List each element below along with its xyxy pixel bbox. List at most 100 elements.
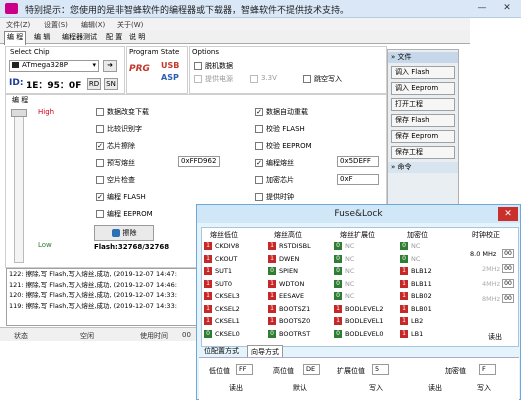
low-bit-toggle[interactable]: 1 bbox=[204, 267, 212, 275]
open-project-button[interactable]: 打开工程 bbox=[391, 98, 455, 111]
voltage-slider-handle[interactable] bbox=[11, 109, 27, 117]
prewrite-fuse-checkbox[interactable] bbox=[96, 159, 104, 167]
status-value: 空闲 bbox=[80, 332, 94, 340]
high-value-label: 高位值 bbox=[273, 367, 294, 375]
lock-chip-checkbox[interactable] bbox=[255, 176, 263, 184]
ext-bit-toggle[interactable]: 0 bbox=[334, 329, 342, 338]
verify-flash-checkbox[interactable] bbox=[255, 125, 263, 133]
offline-data-checkbox[interactable] bbox=[194, 62, 202, 70]
high-bit-toggle[interactable]: 0 bbox=[268, 267, 276, 275]
low-bit-toggle[interactable]: 1 bbox=[204, 292, 212, 300]
provide-power-checkbox[interactable] bbox=[194, 75, 202, 83]
lock-bit-toggle[interactable]: 1 bbox=[400, 292, 408, 300]
high-bit-toggle[interactable]: 1 bbox=[268, 242, 276, 250]
program-panel-label: 编 程 bbox=[12, 96, 29, 104]
clock-value-1[interactable]: 00 bbox=[502, 264, 514, 273]
close-icon[interactable]: ✕ bbox=[498, 207, 518, 221]
load-eeprom-button[interactable]: 调入 Eeprom bbox=[391, 82, 455, 95]
prewrite-fuse-value[interactable]: 0xFFD962 bbox=[178, 156, 220, 167]
low-bit-toggle[interactable]: 1 bbox=[204, 242, 212, 250]
chip-erase-checkbox[interactable] bbox=[96, 142, 104, 150]
tab-help[interactable]: 说 明 bbox=[127, 32, 147, 43]
read-button[interactable]: 读出 bbox=[229, 383, 243, 393]
select-chip-label: Select Chip bbox=[10, 48, 50, 56]
verify-eeprom-checkbox[interactable] bbox=[255, 142, 263, 150]
save-project-button[interactable]: 保存工程 bbox=[391, 146, 455, 159]
provide-clock-checkbox[interactable] bbox=[255, 193, 263, 201]
blank-check-checkbox[interactable] bbox=[96, 176, 104, 184]
clock-value-2[interactable]: 00 bbox=[502, 279, 514, 288]
auto-download-checkbox[interactable] bbox=[96, 108, 104, 116]
command-section-header[interactable]: » 命令 bbox=[388, 162, 458, 173]
program-flash-checkbox[interactable] bbox=[96, 193, 104, 201]
chip-select[interactable]: ATmega328P ▾ bbox=[9, 60, 99, 72]
high-value-input[interactable]: DE bbox=[303, 364, 320, 375]
high-bit-toggle[interactable]: 1 bbox=[268, 254, 276, 263]
sn-button[interactable]: SN bbox=[104, 78, 118, 90]
lock-value[interactable]: 0xF bbox=[337, 174, 379, 185]
clock-read-button[interactable]: 读出 bbox=[488, 332, 502, 342]
save-eeprom-button[interactable]: 保存 Eeprom bbox=[391, 130, 455, 143]
low-value-input[interactable]: FF bbox=[236, 364, 253, 375]
low-bit-toggle[interactable]: 0 bbox=[204, 329, 212, 338]
ext-bit-toggle[interactable]: 1 bbox=[334, 317, 342, 325]
lock-bit-toggle[interactable]: 0 bbox=[400, 242, 408, 250]
high-bit-toggle[interactable]: 1 bbox=[268, 304, 276, 313]
low-bit-toggle[interactable]: 1 bbox=[204, 317, 212, 325]
tab-programmer-test[interactable]: 编程器测试 bbox=[60, 32, 99, 43]
write-button[interactable]: 写入 bbox=[369, 383, 383, 393]
ext-bit-toggle[interactable]: 0 bbox=[334, 242, 342, 250]
erase-button[interactable]: 擦除 bbox=[94, 225, 154, 241]
lock-value-input[interactable]: F bbox=[479, 364, 496, 375]
program-fuse-checkbox[interactable] bbox=[255, 159, 263, 167]
tab-program[interactable]: 编 程 bbox=[4, 31, 27, 45]
file-section-header[interactable]: » 文件 bbox=[388, 52, 458, 63]
lock-bit-toggle[interactable]: 1 bbox=[400, 317, 408, 325]
low-bit-toggle[interactable]: 1 bbox=[204, 304, 212, 313]
program-fuse-value[interactable]: 0x5DEFF bbox=[337, 156, 379, 167]
low-bit-toggle[interactable]: 1 bbox=[204, 279, 212, 288]
tab-config[interactable]: 配 置 bbox=[104, 32, 124, 43]
ext-value-input[interactable]: 5 bbox=[372, 364, 389, 375]
lock-write-button[interactable]: 写入 bbox=[477, 383, 491, 393]
lock-read-button[interactable]: 读出 bbox=[428, 383, 442, 393]
high-bit-toggle[interactable]: 0 bbox=[268, 329, 276, 338]
go-arrow-button[interactable]: ➜ bbox=[103, 60, 117, 72]
prg-status: PRG bbox=[129, 64, 150, 74]
save-flash-button[interactable]: 保存 Flash bbox=[391, 114, 455, 127]
tab-bit-config[interactable]: 位配置方式 bbox=[201, 345, 242, 357]
ext-bit-toggle[interactable]: 0 bbox=[334, 279, 342, 288]
lock-bit-toggle[interactable]: 1 bbox=[400, 267, 408, 275]
voltage-slider-track[interactable] bbox=[14, 109, 24, 263]
auto-reload-checkbox[interactable] bbox=[255, 108, 263, 116]
default-button[interactable]: 默认 bbox=[293, 383, 307, 393]
ext-bit-toggle[interactable]: 0 bbox=[334, 254, 342, 263]
3v3-checkbox[interactable] bbox=[250, 75, 258, 83]
lock-bit-toggle[interactable]: 1 bbox=[400, 304, 408, 313]
ext-bit-toggle[interactable]: 0 bbox=[334, 267, 342, 275]
menu-about[interactable]: 关于(W) bbox=[117, 20, 143, 30]
load-flash-button[interactable]: 调入 Flash bbox=[391, 66, 455, 79]
menu-settings[interactable]: 设置(S) bbox=[44, 20, 68, 30]
low-bit-toggle[interactable]: 1 bbox=[204, 254, 212, 263]
minimize-icon[interactable]: — bbox=[470, 1, 494, 16]
rd-button[interactable]: RD bbox=[87, 78, 101, 90]
clock-value-0[interactable]: 00 bbox=[502, 249, 514, 258]
clock-value-3[interactable]: 00 bbox=[502, 294, 514, 303]
program-eeprom-checkbox[interactable] bbox=[96, 210, 104, 218]
compare-signature-checkbox[interactable] bbox=[96, 125, 104, 133]
high-bit-toggle[interactable]: 1 bbox=[268, 279, 276, 288]
lock-bit-toggle[interactable]: 1 bbox=[400, 329, 408, 338]
options-group: Options 脱机数据 提供电源 3.3V 跳空写入 bbox=[189, 46, 387, 94]
lock-bit-toggle[interactable]: 0 bbox=[400, 254, 408, 263]
high-bit-toggle[interactable]: 1 bbox=[268, 317, 276, 325]
ext-bit-toggle[interactable]: 1 bbox=[334, 304, 342, 313]
ext-bit-toggle[interactable]: 0 bbox=[334, 292, 342, 300]
close-icon[interactable]: ✕ bbox=[495, 1, 519, 16]
high-bit-toggle[interactable]: 1 bbox=[268, 292, 276, 300]
skip-blank-write-checkbox[interactable] bbox=[303, 75, 311, 83]
tab-edit[interactable]: 编 辑 bbox=[32, 32, 52, 43]
menu-file[interactable]: 文件(Z) bbox=[6, 20, 30, 30]
menu-edit[interactable]: 编辑(X) bbox=[81, 20, 105, 30]
lock-bit-toggle[interactable]: 1 bbox=[400, 279, 408, 288]
